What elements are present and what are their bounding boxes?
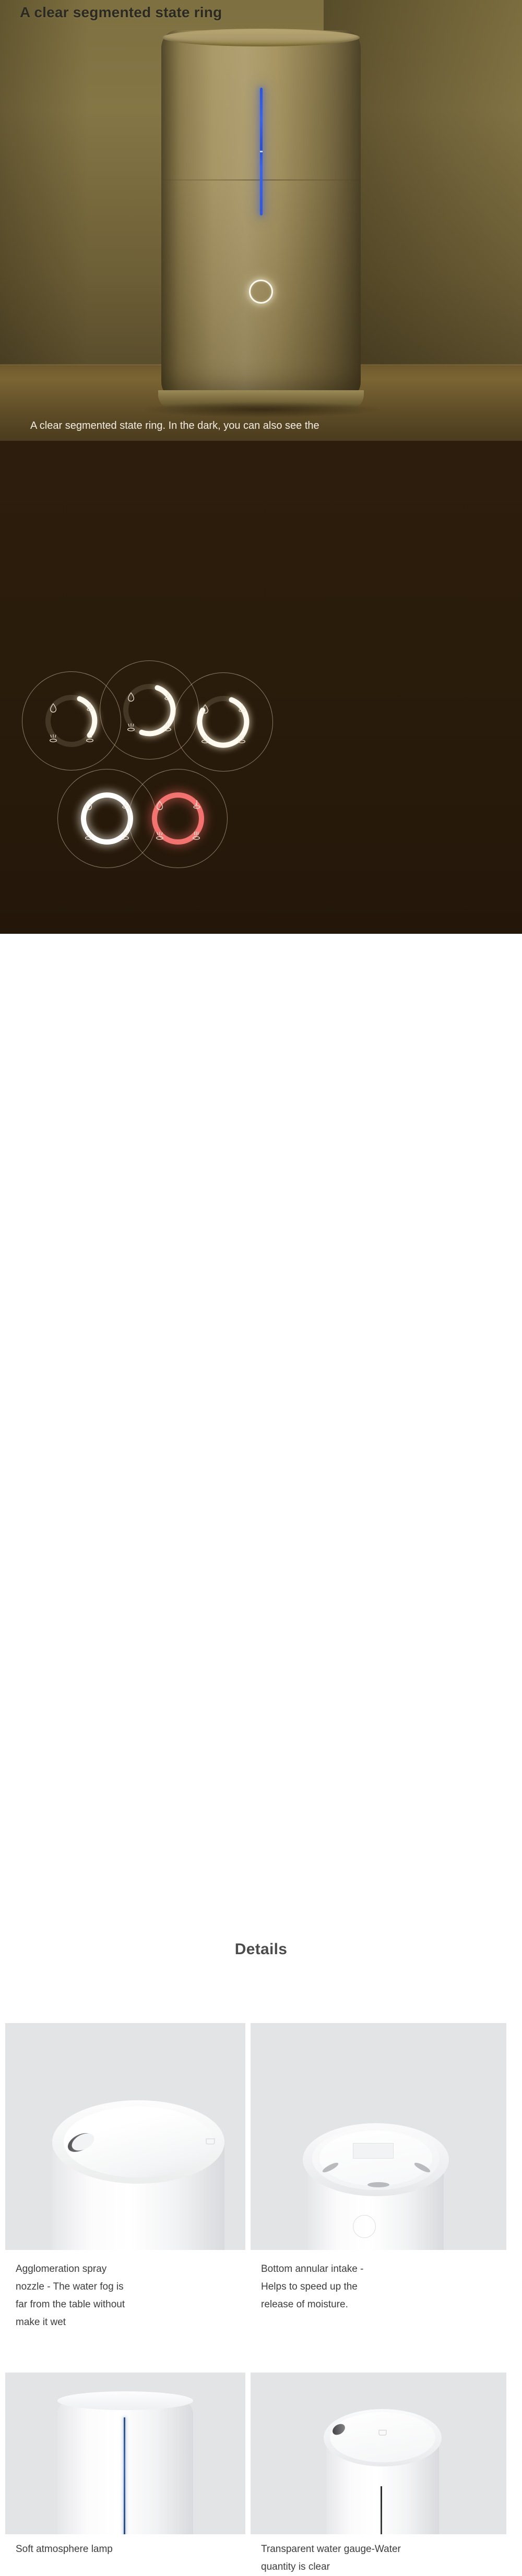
mijia-logo-icon	[206, 2138, 215, 2145]
water-drop-icon	[156, 800, 163, 810]
low-steam-icon	[193, 800, 200, 809]
water-drop-icon	[201, 704, 209, 714]
state-ring-section: Low fog volume Medium fog volume	[0, 441, 522, 934]
low-steam-icon	[164, 692, 172, 701]
power-ring-button-icon	[353, 2215, 376, 2238]
medium-steam-icon	[156, 832, 164, 840]
humidifier-product-image	[144, 29, 379, 417]
detail-caption-annular-intake: Bottom annular intake - Helps to speed u…	[261, 2264, 364, 2310]
detail-caption-atmosphere-lamp: Soft atmosphere lamp	[16, 2544, 113, 2555]
low-steam-icon	[87, 703, 94, 712]
hero-caption-line-2: humidification state. You can also tap t…	[30, 437, 492, 441]
product-label-icon	[353, 2143, 394, 2159]
mijia-logo-icon	[378, 2429, 387, 2436]
medium-steam-icon	[201, 735, 209, 743]
state-ring-high-fog	[174, 672, 273, 772]
water-drop-icon	[127, 692, 135, 702]
detail-photo-atmosphere-lamp	[5, 2373, 245, 2534]
power-ring-button-icon	[249, 280, 273, 304]
detail-caption-water-gauge: Transparent water gauge-Water quantity i…	[261, 2544, 401, 2572]
water-gauge-window-icon	[381, 2486, 382, 2534]
details-section: Details Agglomeration spray nozzle - The…	[0, 934, 522, 2572]
light-strip-notch-icon	[260, 151, 263, 152]
high-steam-icon	[238, 735, 246, 743]
water-drop-icon	[85, 800, 92, 810]
detail-photo-spray-nozzle	[5, 2023, 245, 2250]
low-steam-icon	[239, 704, 246, 713]
hero-wall-shadow-left	[0, 0, 89, 365]
humidifier-top-cap	[162, 29, 360, 46]
detail-photo-annular-intake	[251, 2023, 506, 2250]
high-steam-icon	[163, 723, 172, 731]
water-drop-icon	[50, 703, 57, 713]
details-heading: Details	[234, 1941, 288, 1958]
high-steam-icon	[192, 832, 200, 840]
medium-steam-icon	[127, 723, 135, 731]
detail-photo-water-gauge	[251, 2373, 506, 2534]
ring-arc-lack-of-water	[152, 792, 204, 845]
hero-caption: A clear segmented state ring. In the dar…	[0, 415, 522, 441]
blue-light-strip-icon	[124, 2417, 125, 2534]
hero-caption-line-1: A clear segmented state ring. In the dar…	[30, 420, 319, 431]
hero-section: A clear segmented state ring A clear seg…	[0, 0, 522, 441]
page-title: A clear segmented state ring	[20, 4, 222, 20]
state-ring-lack-of-water	[128, 769, 228, 868]
ring-arc-high-fog	[197, 696, 250, 748]
high-steam-icon	[86, 734, 94, 742]
detail-caption-spray-nozzle: Agglomeration spray nozzle - The water f…	[16, 2264, 125, 2328]
medium-steam-icon	[85, 832, 93, 840]
medium-steam-icon	[49, 734, 57, 742]
